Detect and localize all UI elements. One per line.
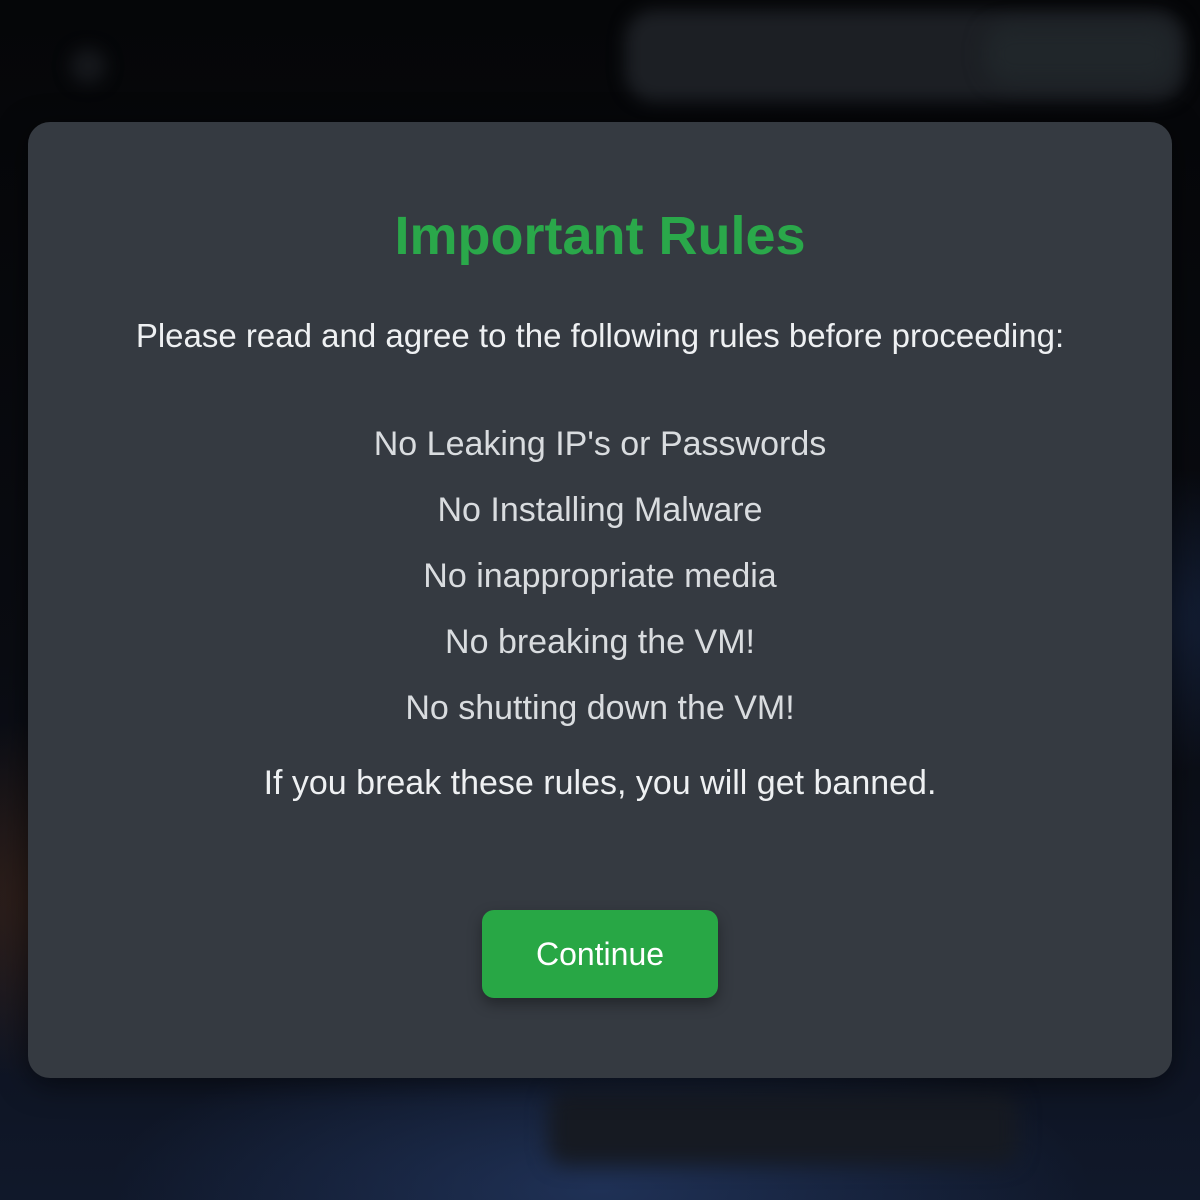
blurred-top-button <box>985 24 1175 84</box>
blurred-avatar <box>70 48 106 84</box>
ban-warning-text: If you break these rules, you will get b… <box>263 764 937 802</box>
rule-item: No breaking the VM! <box>445 623 755 661</box>
blurred-bottom-bar <box>548 1090 1018 1165</box>
rules-list: No Leaking IP's or Passwords No Installi… <box>28 411 1172 741</box>
modal-intro-text: Please read and agree to the following r… <box>135 317 1065 354</box>
continue-button[interactable]: Continue <box>482 910 718 998</box>
rule-item: No Installing Malware <box>437 491 763 529</box>
rule-item: No inappropriate media <box>423 557 777 595</box>
rule-item: No Leaking IP's or Passwords <box>373 425 827 463</box>
rule-item: No shutting down the VM! <box>405 689 795 727</box>
modal-title: Important Rules <box>394 206 806 266</box>
rules-modal: Important Rules Please read and agree to… <box>28 122 1172 1078</box>
